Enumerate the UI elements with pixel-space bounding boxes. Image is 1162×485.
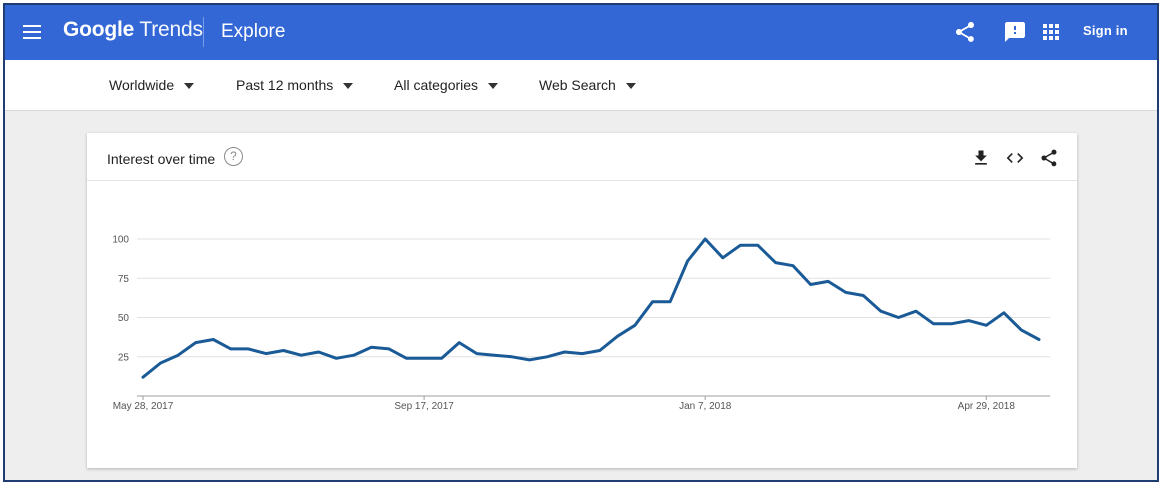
chevron-down-icon — [488, 83, 499, 90]
data-point — [1002, 311, 1006, 314]
data-point — [774, 261, 777, 264]
data-point — [686, 259, 689, 263]
data-point — [932, 322, 935, 325]
data-point — [1037, 338, 1041, 341]
data-point — [194, 341, 197, 344]
data-point — [826, 280, 830, 283]
data-point — [387, 347, 391, 351]
data-point — [475, 352, 479, 355]
data-point — [299, 353, 303, 357]
time-range-dropdown[interactable]: Past 12 months — [236, 77, 354, 93]
data-point — [247, 347, 250, 351]
page-title: Explore — [221, 21, 286, 42]
data-point — [581, 352, 584, 355]
help-icon[interactable]: ? — [224, 147, 243, 166]
data-point — [985, 324, 988, 327]
data-point — [229, 347, 233, 351]
data-point — [879, 310, 883, 313]
chevron-down-icon — [343, 83, 354, 90]
search-type-label: Web Search — [539, 77, 616, 93]
filter-bar: Worldwide Past 12 months All categories … — [5, 60, 1157, 111]
data-point — [914, 310, 918, 313]
interest-over-time-card: Interest over time ? 25 50 75 100 May 28, 20… — [87, 133, 1077, 468]
data-point — [510, 355, 514, 358]
data-point — [862, 294, 865, 297]
data-point — [141, 375, 145, 379]
chevron-down-icon — [625, 83, 636, 90]
data-point — [458, 341, 461, 344]
data-point — [212, 338, 215, 341]
data-point — [264, 352, 268, 355]
data-point — [949, 322, 953, 325]
y-tick-label: 100 — [112, 235, 129, 246]
category-dropdown[interactable]: All categories — [394, 77, 499, 93]
app-frame: Google Trends Explore Sign in Worldwide … — [3, 3, 1159, 482]
data-point — [809, 283, 812, 286]
data-point — [1020, 328, 1023, 332]
data-point — [598, 349, 601, 352]
logo-brand: Google — [63, 18, 135, 41]
data-point — [651, 300, 654, 303]
card-header: Interest over time ? — [87, 133, 1077, 181]
data-point — [897, 316, 900, 319]
data-point — [528, 358, 531, 362]
share-icon[interactable] — [953, 20, 977, 44]
data-point — [159, 361, 162, 365]
y-tick-label: 50 — [118, 313, 130, 324]
search-type-dropdown[interactable]: Web Search — [539, 77, 636, 93]
x-tick-label: May 28, 2017 — [113, 401, 174, 412]
data-point — [967, 319, 970, 322]
x-tick-label: Sep 17, 2017 — [394, 401, 454, 412]
data-point — [756, 244, 760, 247]
data-point — [844, 291, 847, 294]
category-label: All categories — [394, 77, 479, 93]
data-point — [668, 300, 672, 303]
apps-icon[interactable] — [1039, 20, 1063, 44]
sign-in-button[interactable]: Sign in — [1083, 23, 1128, 38]
x-tick-label: Apr 29, 2018 — [958, 401, 1016, 412]
menu-icon[interactable] — [23, 25, 41, 39]
share-icon[interactable] — [1039, 148, 1059, 168]
y-tick-label: 25 — [118, 352, 130, 363]
feedback-icon[interactable] — [1003, 20, 1027, 44]
top-app-bar: Google Trends Explore Sign in — [5, 5, 1157, 60]
data-point — [370, 346, 373, 349]
data-point — [791, 264, 795, 267]
data-point — [176, 353, 180, 357]
location-dropdown[interactable]: Worldwide — [109, 77, 195, 93]
logo-product: Trends — [139, 18, 203, 41]
data-point — [739, 244, 742, 247]
data-point — [703, 237, 707, 241]
data-point — [317, 350, 320, 354]
data-point — [405, 357, 408, 360]
download-icon[interactable] — [971, 148, 991, 168]
data-point — [352, 353, 356, 357]
interest-over-time-chart: 25 50 75 100 May 28, 2017 Sep 17, 2017 Jan 7, … — [112, 235, 1050, 412]
embed-icon[interactable] — [1005, 148, 1025, 168]
y-tick-label: 75 — [118, 274, 130, 285]
data-point — [335, 357, 338, 360]
data-point — [282, 349, 285, 352]
card-title: Interest over time — [107, 151, 216, 167]
chevron-down-icon — [184, 83, 195, 90]
data-point — [545, 355, 549, 358]
location-label: Worldwide — [109, 77, 175, 93]
data-point — [493, 353, 496, 357]
google-trends-logo[interactable]: Google Trends — [63, 18, 203, 42]
data-point — [422, 357, 426, 360]
data-point — [440, 357, 443, 360]
data-point — [616, 335, 619, 338]
time-range-label: Past 12 months — [236, 77, 334, 93]
x-tick-label: Jan 7, 2018 — [679, 401, 732, 412]
data-point — [633, 324, 637, 327]
header-divider — [203, 17, 204, 47]
data-point — [563, 350, 566, 354]
data-point — [721, 256, 724, 260]
